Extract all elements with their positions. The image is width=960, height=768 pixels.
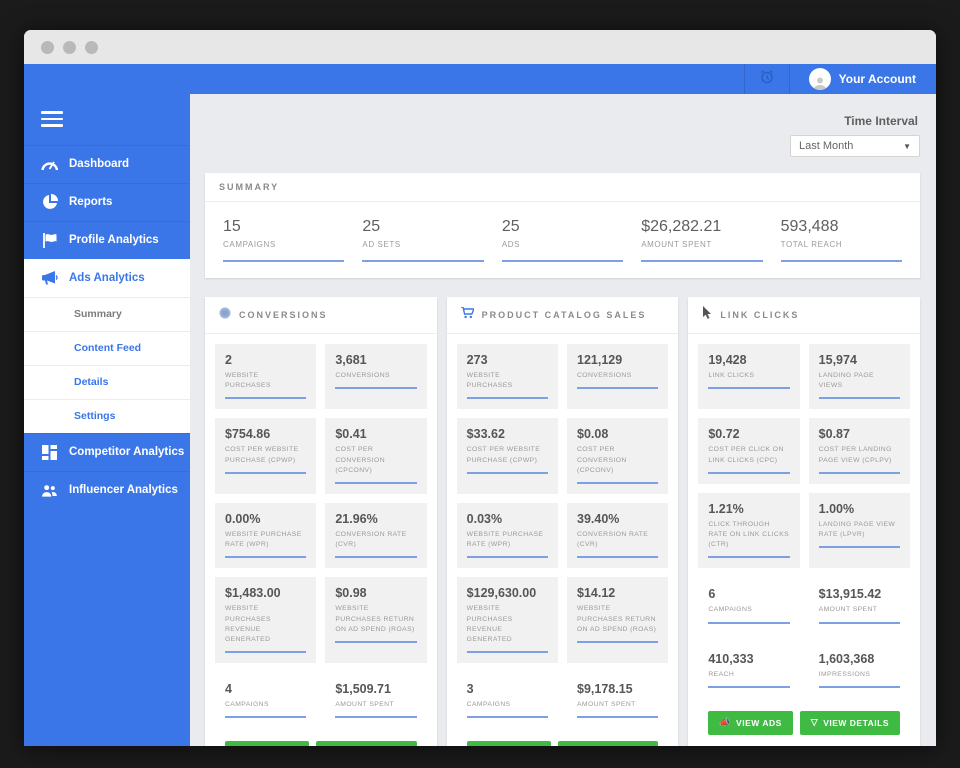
subnav-item-details[interactable]: Details: [24, 364, 190, 399]
metric-box: 121,129 CONVERSIONS: [567, 344, 669, 410]
window-titlebar: [24, 30, 936, 64]
metric-box: 273 WEBSITE PURCHASES: [456, 344, 558, 410]
summary-card: SUMMARY 15 CAMPAIGNS 25 AD SETS 25 ADS $26,…: [205, 173, 920, 278]
summary-stat-ad-sets: 25 AD SETS: [362, 218, 484, 262]
view-details-button[interactable]: ▽VIEW DETAILS: [799, 710, 901, 735]
summary-stat-amount-spent: $26,282.21 AMOUNT SPENT: [641, 218, 763, 262]
ads-analytics-submenu: Summary Content Feed Details Settings: [24, 296, 190, 433]
target-circle-icon: [219, 306, 231, 324]
sidebar-item-ads-analytics[interactable]: Ads Analytics: [24, 259, 190, 297]
subnav-label: Settings: [74, 410, 116, 422]
card-title: LINK CLICKS: [720, 310, 800, 320]
time-interval-select[interactable]: Last Month ▼: [790, 135, 920, 157]
cursor-icon: [702, 306, 712, 324]
metric-box: $0.41 COST PER CONVERSION (CPCONV): [325, 418, 427, 494]
metric-box: 15,974 LANDING PAGE VIEWS: [808, 344, 911, 410]
account-menu[interactable]: Your Account: [790, 68, 936, 90]
metric-box: 1.21% CLICK THROUGH RATE ON LINK CLICKS (…: [698, 492, 800, 569]
summary-stat-campaigns: 15 CAMPAIGNS: [223, 218, 345, 262]
megaphone-icon: 📣: [719, 717, 732, 728]
metric-plain: 4 CAMPAIGNS: [215, 673, 316, 728]
summary-stat-total-reach: 593,488 TOTAL REACH: [780, 218, 903, 262]
sidebar-item-label: Reports: [69, 196, 113, 208]
metric-box: 21.96% CONVERSION RATE (CVR): [325, 502, 427, 569]
metric-box: $33.62 COST PER WEBSITE PURCHASE (CPWP): [456, 418, 558, 494]
product-catalog-sales-card: PRODUCT CATALOG SALES 273 WEBSITE PURCHAS…: [446, 297, 679, 746]
metric-box: $0.87 COST PER LANDING PAGE VIEW (CPLPV): [808, 418, 911, 484]
view-ads-button[interactable]: 📣VIEW ADS: [708, 710, 793, 735]
summary-title: SUMMARY: [219, 182, 280, 192]
metric-plain: 410,333 REACH: [698, 643, 799, 698]
window-minimize-button[interactable]: [63, 40, 76, 54]
metric-box: $129,630.00 WEBSITE PURCHASES REVENUE GEN…: [456, 577, 558, 664]
filter-icon: ▽: [810, 717, 819, 728]
view-details-button[interactable]: ▽VIEW DETAILS: [316, 741, 417, 746]
card-title: PRODUCT CATALOG SALES: [481, 310, 647, 320]
sidebar-item-label: Influencer Analytics: [69, 484, 178, 496]
metric-plain: $13,915.42 AMOUNT SPENT: [809, 578, 910, 633]
pie-chart-icon: [41, 194, 58, 211]
view-ads-button[interactable]: 📣VIEW ADS: [224, 741, 310, 746]
notifications-button[interactable]: [743, 64, 790, 94]
sidebar-item-dashboard[interactable]: Dashboard: [24, 144, 190, 183]
metric-plain: 1,603,368 IMPRESSIONS: [809, 643, 910, 698]
metric-box: $0.98 WEBSITE PURCHASES RETURN ON AD SPEN…: [325, 577, 427, 664]
metric-box: 0.03% WEBSITE PURCHASE RATE (WPR): [456, 502, 558, 569]
subnav-label: Content Feed: [74, 342, 142, 354]
summary-stat-ads: 25 ADS: [501, 218, 624, 262]
account-label: Your Account: [838, 72, 916, 86]
sidebar-item-competitor-analytics[interactable]: Competitor Analytics: [24, 432, 190, 471]
card-title: CONVERSIONS: [239, 310, 328, 320]
chevron-down-icon: ▼: [903, 141, 911, 151]
app-window: Your Account Dashboard Reports Profile A…: [24, 30, 936, 746]
time-interval-label: Time Interval: [844, 114, 918, 128]
sidebar-item-label: Competitor Analytics: [69, 446, 185, 458]
subnav-label: Details: [74, 376, 109, 388]
hamburger-menu-icon[interactable]: [24, 94, 84, 145]
metric-box: $0.08 COST PER CONVERSION (CPCONV): [567, 418, 669, 494]
sidebar-item-influencer-analytics[interactable]: Influencer Analytics: [24, 470, 190, 509]
window-close-button[interactable]: [41, 40, 54, 54]
sidebar-item-profile-analytics[interactable]: Profile Analytics: [24, 220, 190, 259]
sidebar-item-label: Profile Analytics: [69, 234, 159, 246]
metric-plain: 3 CAMPAIGNS: [457, 673, 558, 728]
metric-box: 2 WEBSITE PURCHASES: [215, 344, 317, 410]
link-clicks-card: LINK CLICKS 19,428 LINK CLICKS 15,974 LAND…: [688, 297, 921, 746]
grid-icon: [41, 444, 58, 461]
subnav-item-settings[interactable]: Settings: [24, 398, 190, 433]
sidebar: Dashboard Reports Profile Analytics Ads …: [24, 94, 190, 746]
metric-box: $1,483.00 WEBSITE PURCHASES REVENUE GENER…: [215, 577, 317, 664]
conversions-card: CONVERSIONS 2 WEBSITE PURCHASES 3,681 CONV…: [205, 297, 437, 746]
metric-plain: $9,178.15 AMOUNT SPENT: [567, 673, 668, 728]
alarm-bell-icon: [759, 69, 775, 90]
metric-box: 0.00% WEBSITE PURCHASE RATE (WPR): [215, 502, 317, 569]
sidebar-item-reports[interactable]: Reports: [24, 182, 190, 221]
metric-box: 19,428 LINK CLICKS: [698, 344, 800, 410]
view-ads-button[interactable]: 📣VIEW ADS: [466, 741, 552, 746]
subnav-item-summary[interactable]: Summary: [24, 296, 190, 331]
subnav-item-content-feed[interactable]: Content Feed: [24, 330, 190, 365]
sidebar-item-label: Dashboard: [69, 158, 130, 170]
metric-box: 39.40% CONVERSION RATE (CVR): [567, 502, 669, 569]
time-interval-value: Last Month: [799, 140, 854, 152]
subnav-label: Summary: [74, 308, 122, 320]
metric-box: 1.00% LANDING PAGE VIEW RATE (LPVR): [808, 492, 911, 569]
avatar: [808, 68, 831, 90]
main-content: Time Interval Last Month ▼ SUMMARY 15 CAM…: [190, 94, 936, 746]
metric-box: $0.72 COST PER CLICK ON LINK CLICKS (CPC): [698, 418, 800, 484]
metric-box: 3,681 CONVERSIONS: [325, 344, 427, 410]
sidebar-item-label: Ads Analytics: [69, 271, 145, 284]
app-header: Your Account: [24, 64, 936, 94]
people-icon: [41, 482, 58, 499]
metric-box: $14.12 WEBSITE PURCHASES RETURN ON AD SPE…: [567, 577, 669, 664]
window-maximize-button[interactable]: [85, 40, 98, 54]
view-details-button[interactable]: ▽VIEW DETAILS: [558, 741, 659, 746]
megaphone-icon: [41, 269, 58, 286]
metric-plain: 6 CAMPAIGNS: [698, 578, 799, 633]
cart-icon: [460, 306, 475, 324]
metric-plain: $1,509.71 AMOUNT SPENT: [325, 673, 426, 728]
flag-icon: [41, 232, 58, 249]
metric-box: $754.86 COST PER WEBSITE PURCHASE (CPWP): [215, 418, 317, 494]
gauge-icon: [41, 156, 58, 173]
